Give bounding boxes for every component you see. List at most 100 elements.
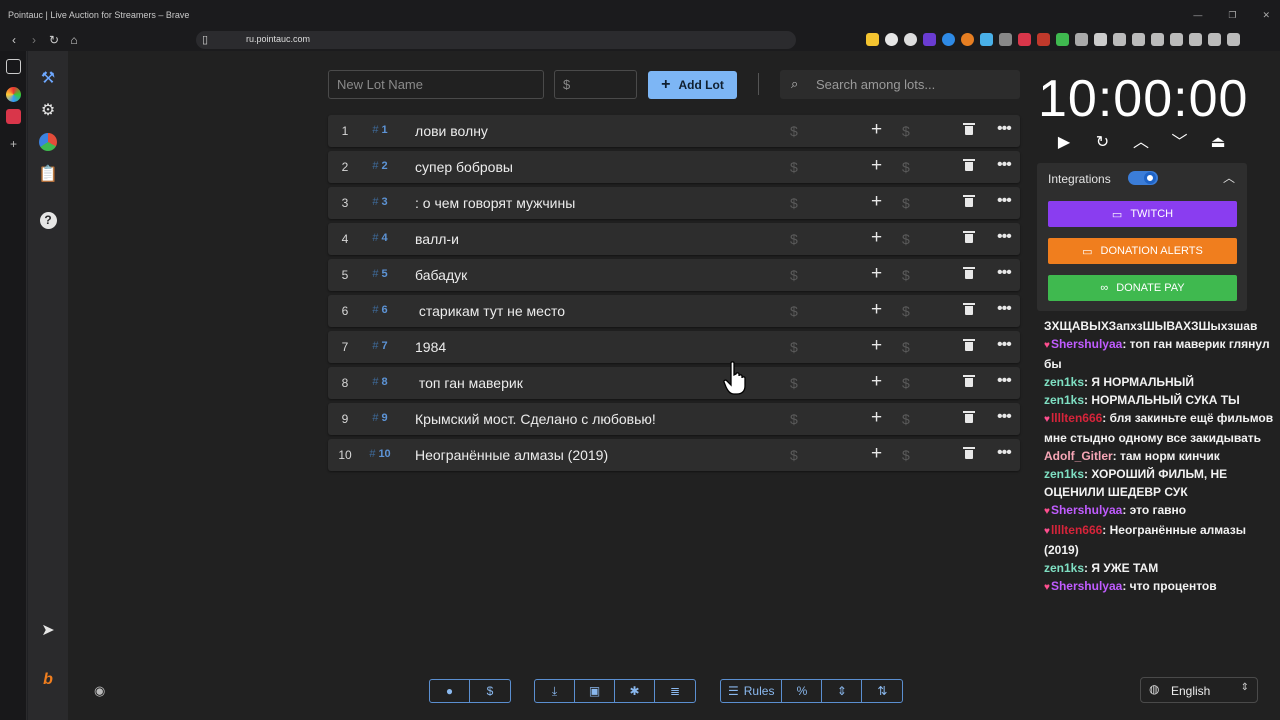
percent-button[interactable]: % [782,680,823,702]
more-options-icon[interactable]: ••• [997,372,1012,390]
site-favicon-icon[interactable] [6,109,21,124]
lot-amount-field[interactable]: $ [790,159,798,175]
delete-lot-icon[interactable] [963,447,975,459]
add-amount-icon[interactable]: + [871,263,882,285]
settings-gear-icon[interactable]: ⚙ [37,99,59,121]
lot-id-badge[interactable]: #3 [364,196,396,208]
more-options-icon[interactable]: ••• [997,336,1012,354]
extension-icon[interactable] [1037,33,1050,46]
donate-button[interactable]: $ [470,680,510,702]
lot-name[interactable]: 1984 [415,339,446,355]
extension-icon[interactable] [942,33,955,46]
download-button[interactable]: ⤓ [535,680,575,702]
lot-id-badge[interactable]: #5 [364,268,396,280]
add-amount-icon[interactable]: + [871,407,882,429]
add-amount-icon[interactable]: + [871,371,882,393]
lot-name[interactable]: лови волну [415,123,488,139]
extension-icon[interactable] [1113,33,1126,46]
extension-icon[interactable] [923,33,936,46]
lot-add-amount-field[interactable]: $ [902,375,910,391]
extension-icon[interactable] [1018,33,1031,46]
lot-add-amount-field[interactable]: $ [902,159,910,175]
lot-add-amount-field[interactable]: $ [902,231,910,247]
back-icon[interactable]: ‹ [6,32,22,48]
language-select[interactable]: ◍ English ⇕ [1140,677,1258,703]
delete-lot-icon[interactable] [963,195,975,207]
lot-add-amount-field[interactable]: $ [902,123,910,139]
play-icon[interactable]: ▶ [1053,133,1075,153]
lot-id-badge[interactable]: #4 [364,232,396,244]
lot-amount-field[interactable]: $ [790,195,798,211]
add-panel-icon[interactable]: + [6,137,21,152]
lot-add-amount-field[interactable]: $ [902,339,910,355]
delete-lot-icon[interactable] [963,303,975,315]
auction-gavel-icon[interactable]: ⚒ [37,67,59,89]
bug-report-button[interactable]: ✱ [615,680,655,702]
more-options-icon[interactable]: ••• [997,156,1012,174]
lot-add-amount-field[interactable]: $ [902,195,910,211]
extension-icon[interactable] [961,33,974,46]
new-lot-name-input[interactable] [328,70,544,99]
add-amount-icon[interactable]: + [871,191,882,213]
extension-icon[interactable] [1075,33,1088,46]
delete-lot-icon[interactable] [963,123,975,135]
add-amount-icon[interactable]: + [871,155,882,177]
lot-id-badge[interactable]: #9 [364,412,396,424]
music-icon[interactable] [1151,33,1164,46]
add-amount-icon[interactable]: + [871,299,882,321]
menu-icon[interactable] [1227,33,1240,46]
delete-lot-icon[interactable] [963,339,975,351]
sidebar-toggle-icon[interactable] [6,59,21,74]
delete-lot-icon[interactable] [963,411,975,423]
sidebar-icon[interactable] [1170,33,1183,46]
lot-id-badge[interactable]: #6 [364,304,396,316]
twitch-button[interactable]: ▭ TWITCH [1048,201,1237,227]
compact-view-button[interactable]: ⇕ [822,680,863,702]
clipboard-icon[interactable]: 📋 [37,163,59,185]
rules-button[interactable]: ☰ Rules [721,680,783,702]
extension-icon[interactable] [1056,33,1069,46]
more-options-icon[interactable]: ••• [997,264,1012,282]
add-lot-button[interactable]: + Add Lot [648,71,737,99]
extension-icon[interactable] [999,33,1012,46]
lot-id-badge[interactable]: #1 [364,124,396,136]
more-options-icon[interactable]: ••• [997,300,1012,318]
bookmark-icon[interactable]: ▯ [202,33,208,46]
more-options-icon[interactable]: ••• [997,192,1012,210]
chevron-up-icon[interactable]: ︿ [1223,169,1235,186]
lot-name[interactable]: бабадук [415,267,467,283]
more-options-icon[interactable]: ••• [997,120,1012,138]
delete-lot-icon[interactable] [963,267,975,279]
lot-add-amount-field[interactable]: $ [902,411,910,427]
lot-id-badge[interactable]: #8 [364,376,396,388]
integrations-toggle[interactable] [1128,171,1158,185]
home-icon[interactable]: ⌂ [66,32,82,48]
extension-icon[interactable] [866,33,879,46]
donate-pay-button[interactable]: ∞ DONATE PAY [1048,275,1237,301]
clear-lots-button[interactable]: ≣ [655,680,695,702]
lot-amount-field[interactable]: $ [790,231,798,247]
lot-name[interactable]: старикам тут не место [415,303,565,319]
add-amount-icon[interactable]: + [871,227,882,249]
wheel-chart-icon[interactable] [37,131,59,153]
lot-amount-field[interactable]: $ [790,267,798,283]
lot-amount-input[interactable] [554,70,637,99]
lot-amount-field[interactable]: $ [790,447,798,463]
lot-id-badge[interactable]: #10 [364,448,396,460]
extension-icon[interactable] [980,33,993,46]
help-icon[interactable]: ? [37,209,59,231]
sort-button[interactable]: ⇅ [862,680,902,702]
lot-name[interactable]: топ ган маверик [415,375,523,391]
lot-amount-field[interactable]: $ [790,303,798,319]
lot-id-badge[interactable]: #7 [364,340,396,352]
minimize-icon[interactable]: — [1193,10,1202,21]
search-input[interactable] [808,70,1013,99]
delete-lot-icon[interactable] [963,159,975,171]
add-amount-icon[interactable]: + [871,119,882,141]
lot-add-amount-field[interactable]: $ [902,303,910,319]
lot-id-badge[interactable]: #2 [364,160,396,172]
close-icon[interactable]: ✕ [1262,10,1270,21]
lot-amount-field[interactable]: $ [790,123,798,139]
extension-icon[interactable] [885,33,898,46]
lot-search[interactable]: ⌕ [780,70,1020,99]
